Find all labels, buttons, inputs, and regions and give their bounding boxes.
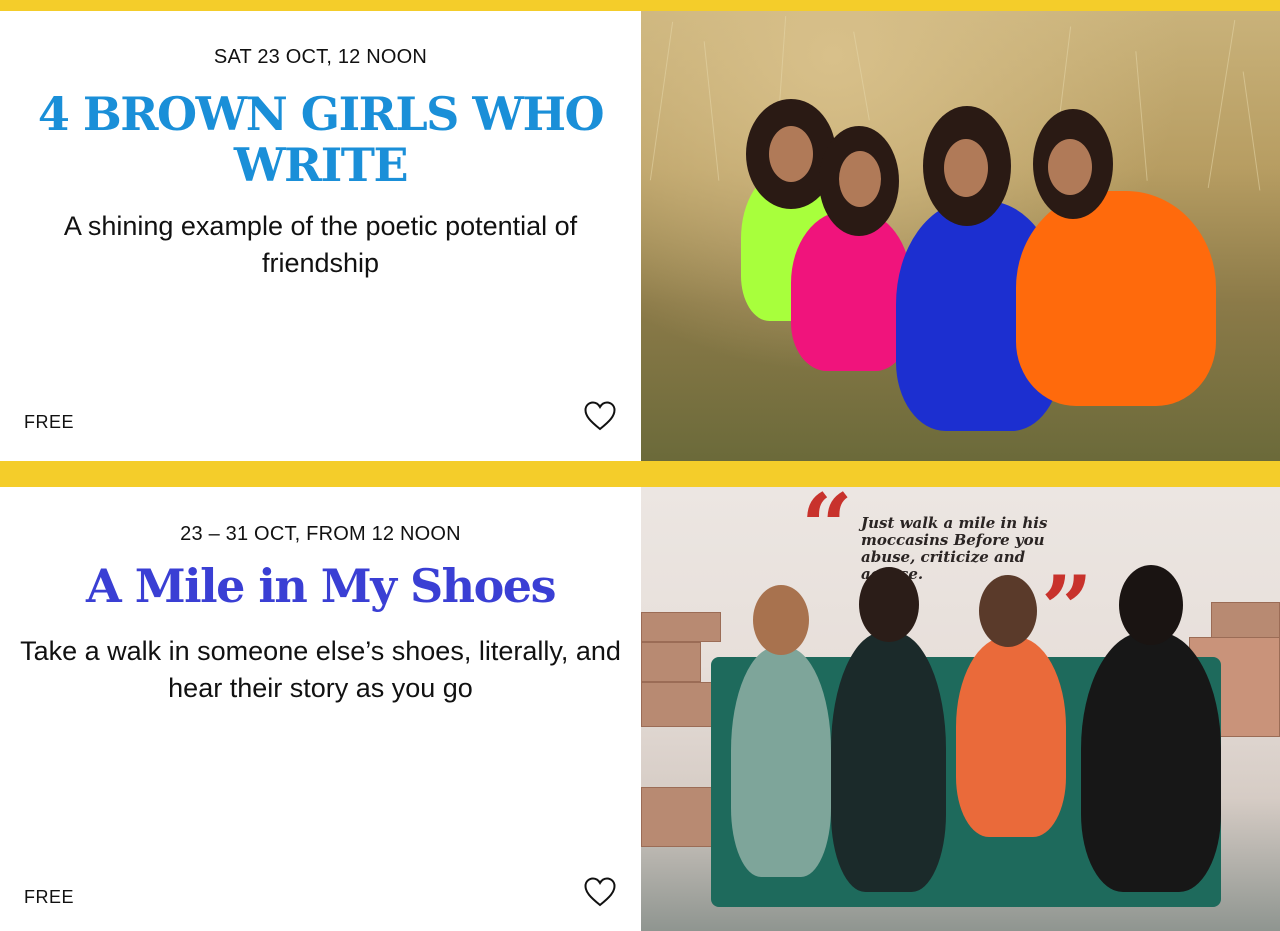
event-title[interactable]: 4 BROWN GIRLS WHO WRITE: [30, 89, 611, 191]
event-card[interactable]: 23 – 31 OCT, FROM 12 NOON A Mile in My S…: [0, 487, 1280, 931]
event-date: SAT 23 OCT, 12 NOON: [213, 46, 428, 68]
event-date: 23 – 31 OCT, FROM 12 NOON: [180, 523, 461, 545]
event-info: 23 – 31 OCT, FROM 12 NOON A Mile in My S…: [0, 487, 641, 931]
person-orange: [1016, 191, 1216, 406]
heart-outline-icon[interactable]: [584, 877, 616, 907]
event-description: A shining example of the poetic potentia…: [63, 211, 578, 278]
heart-outline-icon[interactable]: [584, 401, 616, 431]
event-description: Take a walk in someone else’s shoes, lit…: [20, 636, 621, 703]
event-card[interactable]: SAT 23 OCT, 12 NOON 4 BROWN GIRLS WHO WR…: [0, 11, 1280, 461]
event-price: FREE: [24, 887, 75, 907]
event-photo[interactable]: “ Just walk a mile in his moccasins Befo…: [641, 487, 1280, 931]
event-title[interactable]: A Mile in My Shoes: [30, 561, 611, 612]
event-price: FREE: [24, 412, 75, 432]
quote-open-icon: “: [801, 487, 853, 580]
quote-close-icon: ”: [1041, 556, 1093, 662]
event-photo[interactable]: [641, 11, 1280, 461]
event-info: SAT 23 OCT, 12 NOON 4 BROWN GIRLS WHO WR…: [0, 11, 641, 461]
